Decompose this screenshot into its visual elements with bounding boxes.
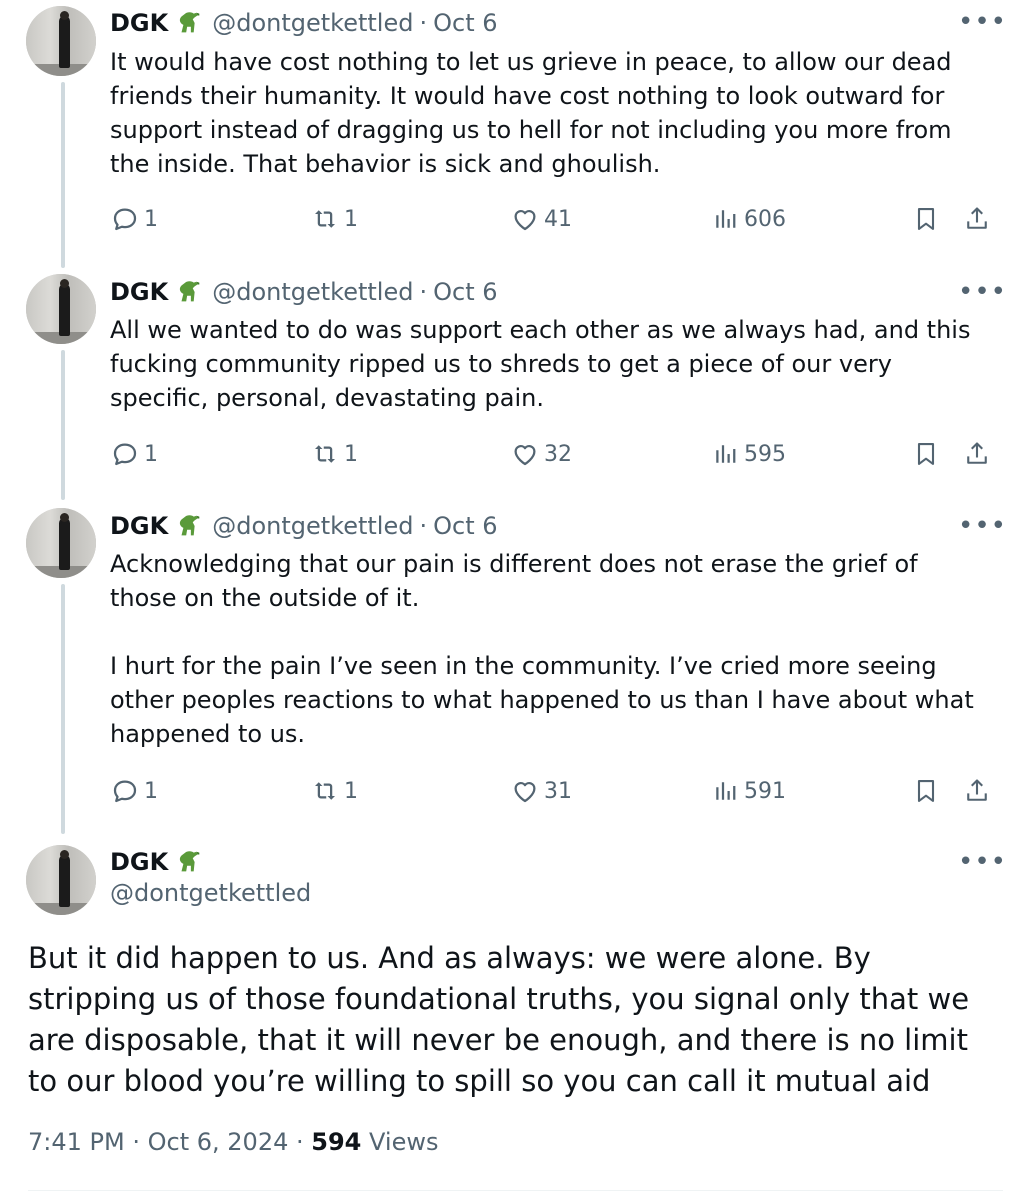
author-name[interactable]: DGK (110, 278, 168, 306)
repost-button[interactable]: 1 (310, 439, 358, 469)
repost-icon (315, 445, 335, 463)
like-button[interactable]: 31 (510, 776, 572, 806)
bookmark-button[interactable] (912, 205, 940, 237)
like-count: 41 (544, 206, 572, 232)
heart-icon (514, 445, 536, 466)
analytics-icon (716, 210, 736, 228)
bookmark-button[interactable] (912, 440, 940, 472)
share-icon (967, 442, 987, 464)
reply-icon (113, 443, 137, 466)
separator: · (419, 512, 428, 540)
views-total: 594 (311, 1128, 362, 1156)
tweet-header: DGK @dontgetkettled · Oct 6 (110, 275, 498, 309)
repost-count: 1 (344, 778, 358, 804)
separator: · (132, 1128, 140, 1156)
views-count: 591 (744, 778, 786, 804)
main-tweet-text: But it did happen to us. And as always: … (28, 941, 970, 1098)
like-count: 31 (544, 778, 572, 804)
share-icon (967, 779, 987, 801)
more-options-icon[interactable]: ••• (958, 9, 1007, 35)
thread-line (61, 350, 65, 500)
more-options-icon[interactable]: ••• (958, 279, 1007, 305)
repost-button[interactable]: 1 (310, 204, 358, 234)
author-handle[interactable]: @dontgetkettled (212, 278, 413, 306)
analytics-icon (716, 782, 736, 800)
reply-button[interactable]: 1 (110, 204, 158, 234)
main-tweet-header: DGK @dontgetkettled (110, 845, 311, 907)
reply-count: 1 (144, 206, 158, 232)
like-button[interactable]: 41 (510, 204, 572, 234)
tweet-date[interactable]: Oct 6 (433, 9, 497, 37)
separator: · (419, 278, 428, 306)
like-count: 32 (544, 441, 572, 467)
bookmark-icon (917, 208, 935, 230)
views-count: 606 (744, 206, 786, 232)
bookmark-icon (917, 443, 935, 465)
share-button[interactable] (963, 777, 991, 809)
author-handle[interactable]: @dontgetkettled (212, 9, 413, 37)
reply-count: 1 (144, 778, 158, 804)
avatar[interactable] (26, 508, 96, 578)
tweet-metadata: 7:41 PM · Oct 6, 2024 · 594 Views (28, 1128, 439, 1156)
tweet-header: DGK @dontgetkettled · Oct 6 (110, 6, 498, 40)
more-options-icon[interactable]: ••• (958, 513, 1007, 539)
t-rex-icon (180, 12, 200, 33)
tweet-date[interactable]: Oct 6 (433, 512, 497, 540)
share-button[interactable] (963, 440, 991, 472)
views-button[interactable]: 606 (710, 204, 786, 234)
tweet-time[interactable]: 7:41 PM (28, 1128, 125, 1156)
avatar[interactable] (26, 6, 96, 76)
author-handle[interactable]: @dontgetkettled (110, 879, 311, 907)
avatar[interactable] (26, 845, 96, 915)
bookmark-button[interactable] (912, 777, 940, 809)
share-button[interactable] (963, 205, 991, 237)
thread-line (61, 82, 65, 268)
author-handle[interactable]: @dontgetkettled (212, 512, 413, 540)
reply-button[interactable]: 1 (110, 439, 158, 469)
thread-line (61, 584, 65, 834)
t-rex-icon (180, 851, 200, 872)
reply-button[interactable]: 1 (110, 776, 158, 806)
heart-icon (514, 210, 536, 231)
more-options-icon[interactable]: ••• (958, 849, 1007, 875)
separator: · (296, 1128, 304, 1156)
heart-icon (514, 782, 536, 803)
t-rex-icon (180, 515, 200, 536)
views-button[interactable]: 591 (710, 776, 786, 806)
tweet-date[interactable]: Oct 6 (433, 278, 497, 306)
tweet-header: DGK @dontgetkettled · Oct 6 (110, 509, 498, 543)
tweet-full-date[interactable]: Oct 6, 2024 (148, 1128, 289, 1156)
reply-icon (113, 780, 137, 803)
like-button[interactable]: 32 (510, 439, 572, 469)
divider (28, 1190, 1003, 1191)
views-label: Views (369, 1128, 439, 1156)
separator: · (419, 9, 428, 37)
author-name[interactable]: DGK (110, 512, 168, 540)
tweet-text: It would have cost nothing to let us gri… (110, 48, 960, 178)
views-count: 595 (744, 441, 786, 467)
analytics-icon (716, 445, 736, 463)
reply-icon (113, 208, 137, 231)
tweet-text: Acknowledging that our pain is different… (110, 550, 974, 748)
share-icon (967, 207, 987, 229)
t-rex-icon (180, 281, 200, 302)
bookmark-icon (917, 780, 935, 802)
repost-button[interactable]: 1 (310, 776, 358, 806)
repost-icon (315, 210, 335, 228)
views-button[interactable]: 595 (710, 439, 786, 469)
repost-count: 1 (344, 206, 358, 232)
author-name[interactable]: DGK (110, 9, 168, 37)
repost-count: 1 (344, 441, 358, 467)
repost-icon (315, 782, 335, 800)
avatar[interactable] (26, 274, 96, 344)
author-name[interactable]: DGK (110, 848, 168, 876)
reply-count: 1 (144, 441, 158, 467)
tweet-text: All we wanted to do was support each oth… (110, 316, 979, 412)
